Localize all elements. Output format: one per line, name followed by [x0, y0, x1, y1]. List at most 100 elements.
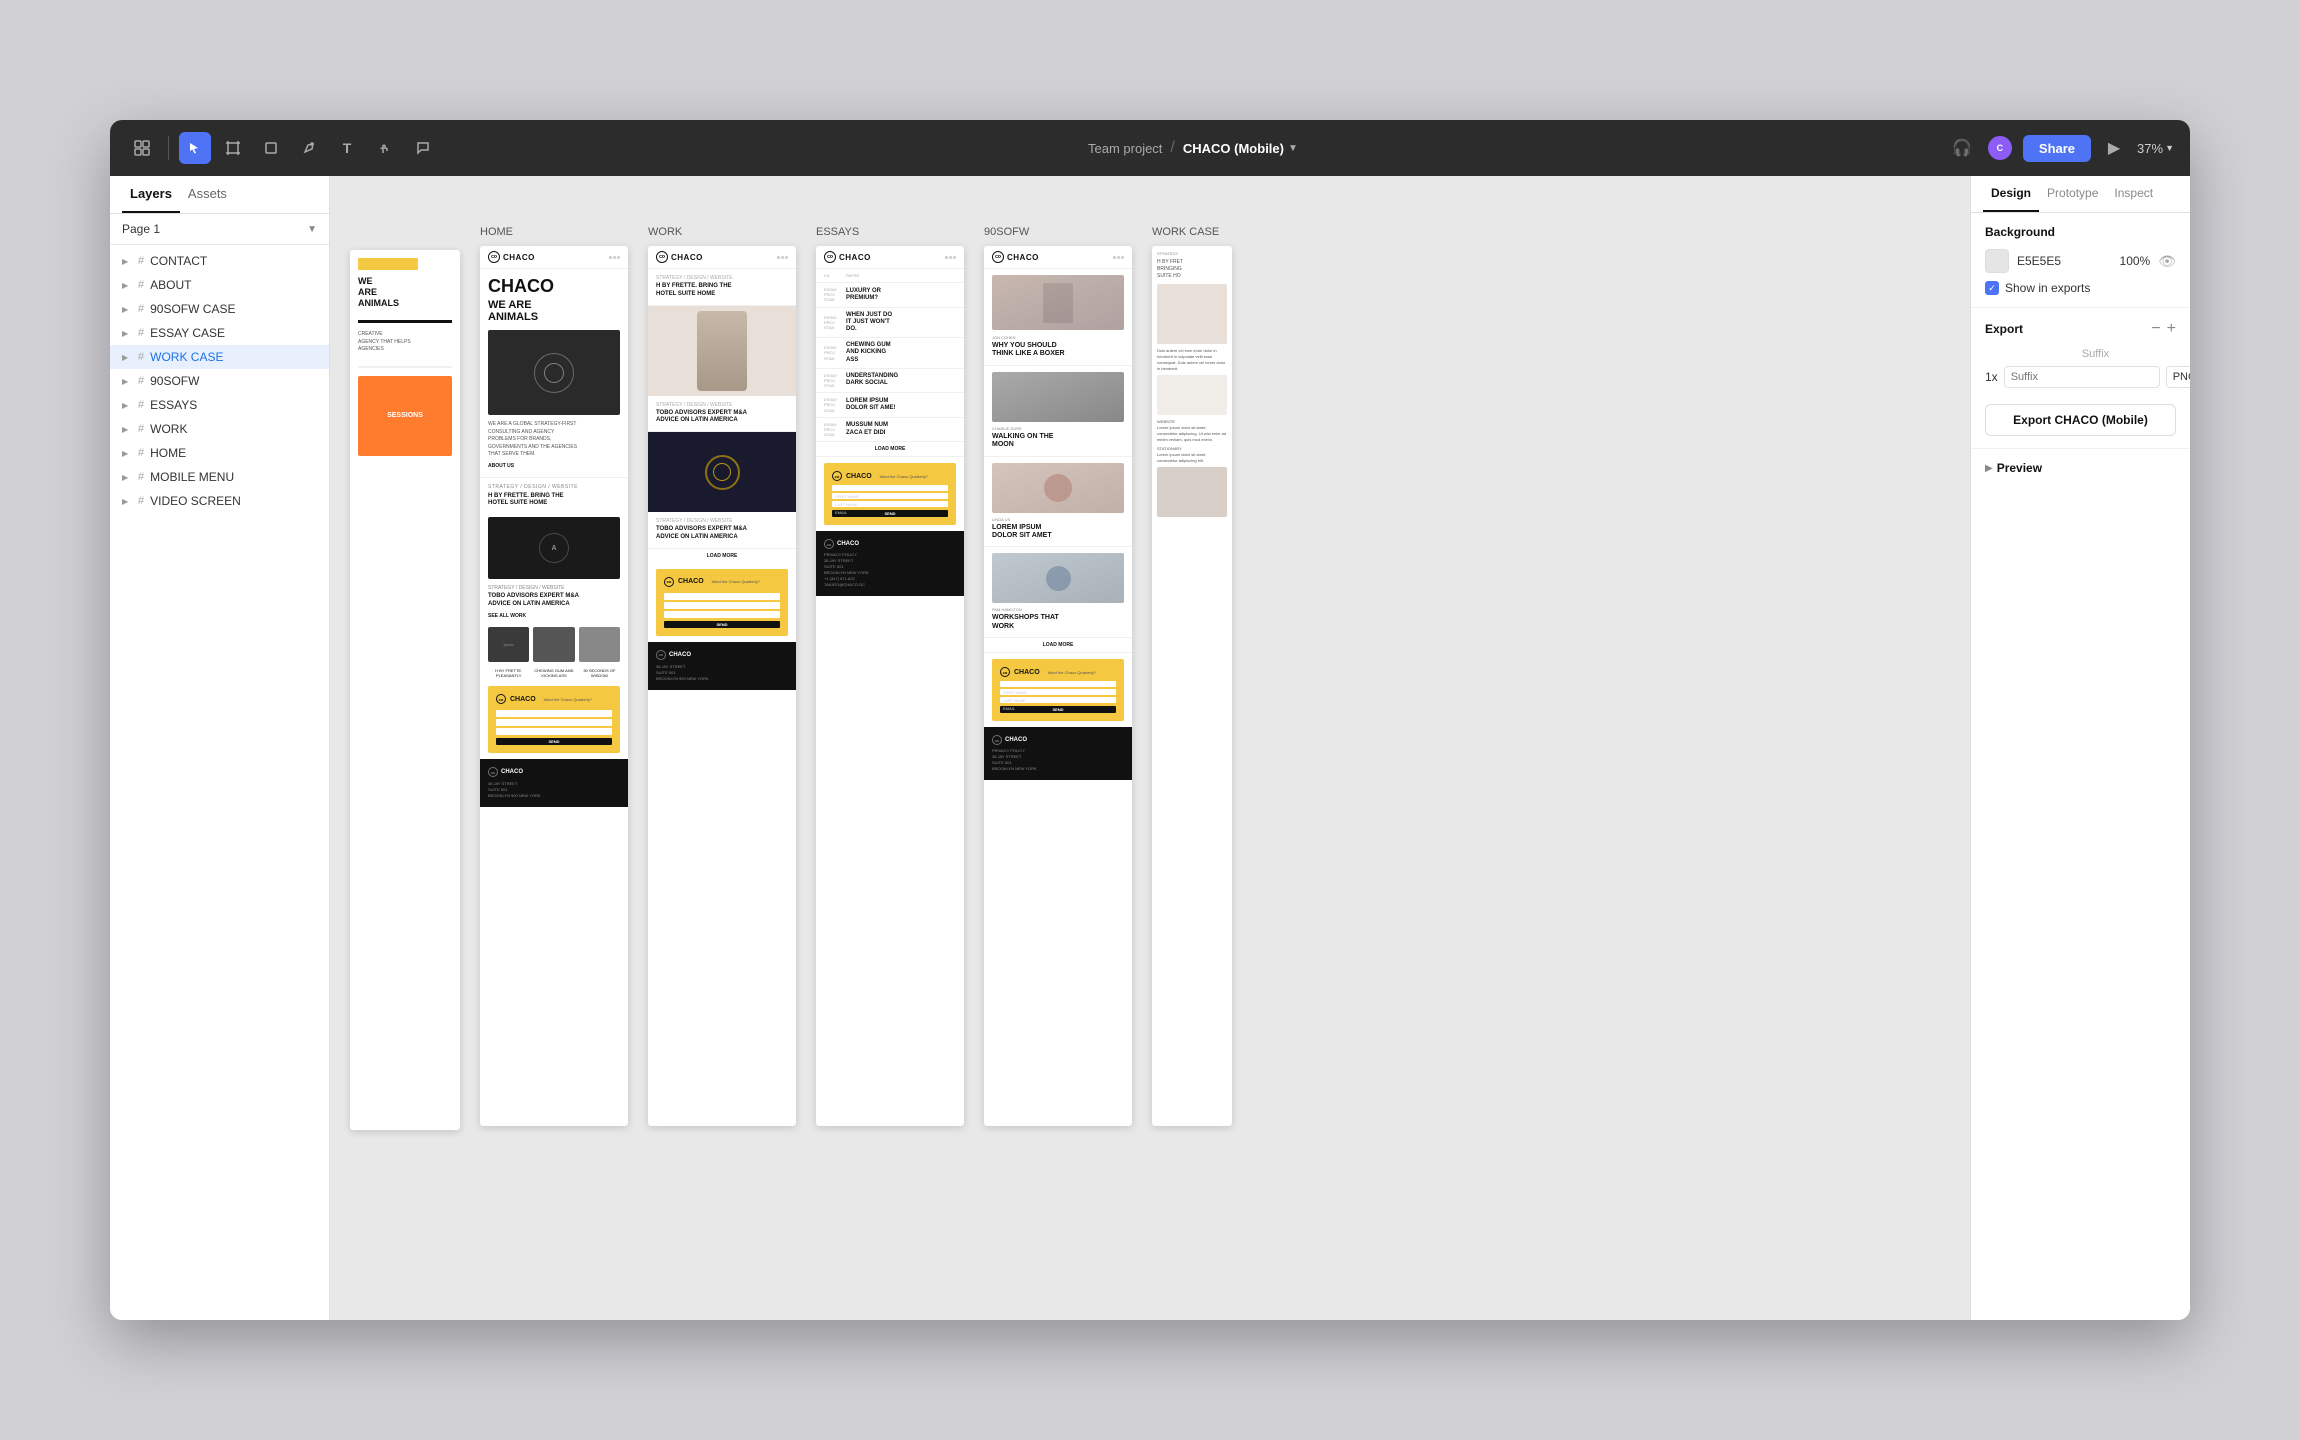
export-suffix-input[interactable]: [2004, 366, 2160, 388]
layer-mobile-menu[interactable]: ▶ # MOBILE MENU: [110, 465, 329, 489]
layer-essay-case[interactable]: ▶ # ESSAY CASE: [110, 321, 329, 345]
layer-contact[interactable]: ▶ # CONTACT: [110, 249, 329, 273]
export-section: Export − + Suffix 1x PNG: [1971, 308, 2190, 449]
mobile-frame-90sofw: co CHACO JON COHEN WHY YOU SHOULDT: [984, 246, 1132, 1126]
layer-about[interactable]: ▶ # ABOUT: [110, 273, 329, 297]
tab-layers[interactable]: Layers: [122, 176, 180, 213]
preview-chevron-icon: ▶: [1985, 463, 1993, 474]
menu-dots-work: [777, 256, 788, 259]
co-logo-work: co: [656, 251, 668, 263]
expand-icon: ▶: [122, 449, 132, 458]
layer-90sofw-case[interactable]: ▶ # 90SOFW CASE: [110, 297, 329, 321]
export-format-select[interactable]: PNG ▼: [2166, 366, 2190, 388]
avatar-btn[interactable]: C: [1985, 133, 2015, 163]
export-title: Export: [1985, 322, 2023, 336]
hash-icon: #: [138, 303, 144, 315]
component-tool[interactable]: [126, 132, 158, 164]
page-selector[interactable]: Page 1 ▼: [110, 214, 329, 245]
frame-home: HOME co CHACO CHACO: [480, 226, 628, 1126]
hash-icon: #: [138, 279, 144, 291]
page-chevron-icon: ▼: [307, 224, 317, 235]
frame-work: WORK co CHACO STRATEGY / DESIGN / WEBSIT: [648, 226, 796, 1126]
hash-icon: #: [138, 471, 144, 483]
expand-icon: ▶: [122, 497, 132, 506]
hash-icon: #: [138, 351, 144, 363]
shape-tool[interactable]: [255, 132, 287, 164]
export-row: 1x PNG ▼ ···: [1985, 366, 2176, 388]
export-scale: 1x: [1985, 370, 1998, 384]
layer-90sofw[interactable]: ▶ # 90SOFW: [110, 369, 329, 393]
preview-header[interactable]: ▶ Preview: [1985, 461, 2176, 475]
show-in-exports-label: Show in exports: [2005, 281, 2090, 295]
tab-prototype[interactable]: Prototype: [2039, 176, 2106, 212]
frame-home-label: HOME: [480, 226, 513, 238]
co-logo-essays: co: [824, 251, 836, 263]
tab-design[interactable]: Design: [1983, 176, 2039, 212]
expand-icon: ▶: [122, 281, 132, 290]
frame-90sofw: 90SOFW co CHACO: [984, 226, 1132, 1126]
background-title: Background: [1985, 225, 2176, 239]
tab-assets[interactable]: Assets: [180, 176, 235, 213]
preview-title: Preview: [1997, 461, 2042, 475]
frame-essays: ESSAYS co CHACO CA PAPER: [816, 226, 964, 1126]
opacity-value[interactable]: 100%: [2120, 254, 2151, 268]
partial-frame-container: WEAREANIMALS CREATIVEAGENCY THAT HELPSAG…: [350, 226, 460, 1130]
layer-essays[interactable]: ▶ # ESSAYS: [110, 393, 329, 417]
background-section: Background E5E5E5 100% 👁 ✓ Show in expor…: [1971, 213, 2190, 308]
menu-dots-90sofw: [1113, 256, 1124, 259]
headphones-btn[interactable]: 🎧: [1947, 133, 1977, 163]
toolbar-right: 🎧 C Share ▶ 37% ▼: [1947, 133, 2174, 163]
tab-inspect[interactable]: Inspect: [2106, 176, 2161, 212]
hash-icon: #: [138, 327, 144, 339]
background-row: E5E5E5 100% 👁: [1985, 249, 2176, 273]
mobile-frame-essays: co CHACO CA PAPER ESSAYPROJSTA: [816, 246, 964, 1126]
share-button[interactable]: Share: [2023, 135, 2091, 162]
left-sidebar: Layers Assets Page 1 ▼ ▶ # CONTACT ▶ # A…: [110, 176, 330, 1320]
layer-video-screen[interactable]: ▶ # VIDEO SCREEN: [110, 489, 329, 513]
layer-work[interactable]: ▶ # WORK: [110, 417, 329, 441]
show-in-exports-checkbox[interactable]: ✓: [1985, 281, 1999, 295]
partial-frame: WEAREANIMALS CREATIVEAGENCY THAT HELPSAG…: [350, 250, 460, 1130]
breadcrumb-project: Team project: [1088, 141, 1162, 156]
play-btn[interactable]: ▶: [2099, 133, 2129, 163]
frame-work-label: WORK: [648, 226, 682, 238]
expand-icon: ▶: [122, 401, 132, 410]
layer-list: ▶ # CONTACT ▶ # ABOUT ▶ # 90SOFW CASE ▶ …: [110, 245, 329, 1320]
text-tool[interactable]: T: [331, 132, 363, 164]
work-case-partial-frame: STRATEGY H BY FRETBRINGINGSUITE HO Duis …: [1152, 246, 1232, 1126]
canvas[interactable]: WEAREANIMALS CREATIVEAGENCY THAT HELPSAG…: [330, 176, 1970, 1320]
mf-essays-header: co CHACO: [816, 246, 964, 269]
export-button[interactable]: Export CHACO (Mobile): [1985, 404, 2176, 436]
layer-home[interactable]: ▶ # HOME: [110, 441, 329, 465]
hand-tool[interactable]: [369, 132, 401, 164]
color-hex[interactable]: E5E5E5: [2017, 254, 2112, 268]
expand-icon: ▶: [122, 377, 132, 386]
frame-work-case: WORK CASE STRATEGY H BY FRETBRINGINGSUIT…: [1152, 226, 1232, 1126]
color-swatch[interactable]: [1985, 249, 2009, 273]
comment-tool[interactable]: [407, 132, 439, 164]
visibility-icon[interactable]: 👁: [2158, 253, 2176, 270]
mf-work-header: co CHACO: [648, 246, 796, 269]
menu-dots-essays: [945, 256, 956, 259]
main-content: Layers Assets Page 1 ▼ ▶ # CONTACT ▶ # A…: [110, 176, 2190, 1320]
layer-work-case[interactable]: ▶ # WORK CASE: [110, 345, 329, 369]
zoom-control[interactable]: 37% ▼: [2137, 141, 2174, 156]
frame-tool[interactable]: [217, 132, 249, 164]
co-logo-90sofw: co: [992, 251, 1004, 263]
right-panel: Design Prototype Inspect Background E5E5…: [1970, 176, 2190, 1320]
export-header: Export − +: [1985, 320, 2176, 338]
export-plus-btn[interactable]: +: [2167, 320, 2176, 338]
separator: [168, 136, 169, 160]
frame-90sofw-label: 90SOFW: [984, 226, 1029, 238]
project-name[interactable]: CHACO (Mobile) ▼: [1183, 141, 1298, 156]
pen-tool[interactable]: [293, 132, 325, 164]
move-tool[interactable]: [179, 132, 211, 164]
hash-icon: #: [138, 495, 144, 507]
toolbar-center: Team project / CHACO (Mobile) ▼: [447, 139, 1939, 157]
preview-section: ▶ Preview: [1971, 449, 2190, 487]
export-minus-btn[interactable]: −: [2151, 320, 2160, 338]
frame-work-case-label: WORK CASE: [1152, 226, 1219, 238]
toolbar-left: T: [126, 132, 439, 164]
mobile-frame-work: co CHACO STRATEGY / DESIGN / WEBSITE H B…: [648, 246, 796, 1126]
hash-icon: #: [138, 255, 144, 267]
